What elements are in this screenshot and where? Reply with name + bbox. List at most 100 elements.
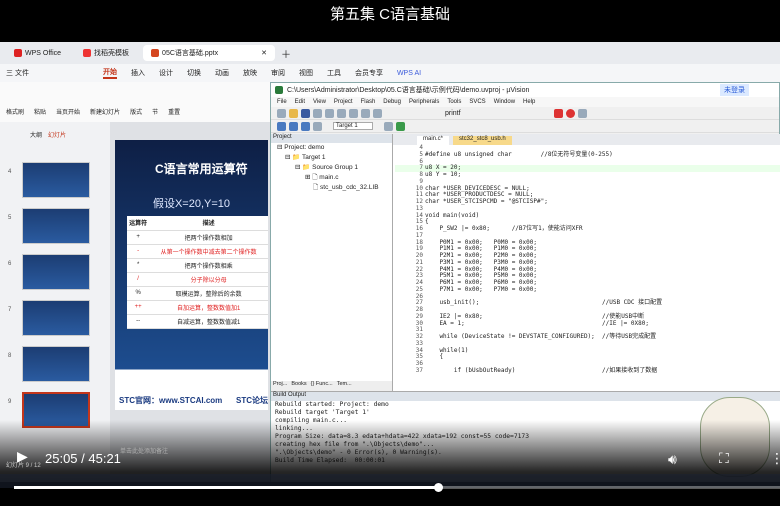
cell: 分子除以分母 [149,272,268,287]
table-row: ++ 自加运算，整数数值加1 [127,300,268,315]
layout-button[interactable]: 版式 [130,107,142,116]
project-panel-header: Project [271,134,392,143]
menu-view[interactable]: View [313,99,326,105]
menu-flash[interactable]: Flash [361,99,376,105]
indent-icon[interactable] [373,108,382,118]
tab-label: 05C语言基础.pptx [162,50,219,57]
login-button[interactable]: 未登录 [720,84,749,96]
paste-button[interactable]: 粘贴 [34,107,46,116]
new-tab-button[interactable]: ＋ [281,46,291,61]
download-icon[interactable] [313,121,322,131]
menu-debug[interactable]: Debug [383,99,401,105]
menu-view[interactable]: 视图 [299,68,313,78]
format-painter-button[interactable]: 格式刷 [6,107,24,116]
menu-file[interactable]: File [277,99,287,105]
menu-window[interactable]: Window [494,99,515,105]
progress-handle[interactable] [433,483,443,492]
build-icon[interactable] [289,121,298,131]
menu-transition[interactable]: 切换 [187,68,201,78]
slide-number: 9 [8,399,12,405]
tab-functions[interactable]: {} Func... [311,381,333,391]
rebuild-icon[interactable] [301,121,310,131]
tab-project[interactable]: Proj... [273,381,287,391]
menu-slideshow[interactable]: 放映 [243,68,257,78]
tree-item-lib[interactable]: 🗋 stc_usb_cdc_32.LIB [271,183,392,193]
menu-home[interactable]: 开始 [102,67,117,79]
target-select[interactable]: Target 1 [333,122,373,130]
new-file-icon[interactable] [277,108,286,118]
menu-member[interactable]: 会员专享 [355,68,383,78]
debug-icon[interactable] [553,108,563,118]
menu-file[interactable]: 三 文件 [6,68,29,78]
line-text: P_SW2 |= 0x80; //B7位写1，使能访问XFR [425,225,583,232]
find-input[interactable]: printf [445,110,461,117]
slide-thumbnail[interactable] [22,208,90,244]
open-icon[interactable] [289,108,298,118]
menu-edit[interactable]: Edit [295,99,305,105]
slide-thumbnail[interactable] [22,254,90,290]
menu-svcs[interactable]: SVCS [469,99,485,105]
code-line: 8 u8 Y = 10; [395,171,780,179]
menu-animation[interactable]: 动画 [215,68,229,78]
slide-thumbnail[interactable] [22,162,90,198]
tab-books[interactable]: Books [291,381,306,391]
menu-review[interactable]: 审阅 [271,68,285,78]
breakpoint-icon[interactable] [565,108,575,118]
progress-bar[interactable] [14,483,780,492]
volume-button[interactable]: 🔊︎ [668,451,677,468]
tab-outline[interactable]: 大纲 [30,130,42,139]
pptx-icon [151,49,160,57]
options-icon[interactable] [383,121,393,131]
notes-placeholder[interactable]: 单击此处添加备注 [120,446,168,455]
wps-logo-icon [14,49,22,57]
new-slide-button[interactable]: 新建幻灯片 [90,107,120,116]
tree-item-group[interactable]: ⊟ 📁 Source Group 1 [271,163,392,173]
tab-slides[interactable]: 幻灯片 [48,130,66,139]
translate-icon[interactable] [277,121,286,131]
tree-item-main-c[interactable]: ⊞ 🗋 main.c [271,173,392,183]
video-title: 第五集 C语言基础 [329,6,450,23]
tab-wps-office[interactable]: WPS Office [6,45,69,61]
tree-label: main.c [319,174,339,181]
menu-peripherals[interactable]: Peripherals [409,99,439,105]
menu-insert[interactable]: 插入 [131,68,145,78]
code-line: 25 P7M1 = 0x00; P7M0 = 0x00; [395,286,780,294]
settings-icon[interactable] [577,108,587,118]
table-row: / 分子除以分母 [127,272,268,287]
line-text: while (DeviceState != DEVSTATE_CONFIGURE… [425,333,657,340]
tab-pptx[interactable]: 05C语言基础.pptx ✕ [143,45,275,61]
menu-project[interactable]: Project [334,99,353,105]
cell: + [127,230,150,245]
play-from-current-button[interactable]: 当页开始 [56,107,80,116]
close-icon[interactable]: ✕ [261,49,267,57]
reset-button[interactable]: 重置 [168,107,180,116]
menu-wps-ai[interactable]: WPS AI [397,70,421,77]
menu-tools[interactable]: 工具 [327,68,341,78]
manage-icon[interactable] [395,121,405,131]
editor-tab-header[interactable]: stc32_stc8_usb.h [453,136,512,145]
more-options-button[interactable]: ⋮ [770,450,780,467]
code-editor[interactable]: main.c* stc32_stc8_usb.h 4 5 #define u8 uns… [393,134,780,391]
tab-templates[interactable]: 找稻壳模板 [75,45,137,61]
screen-recording: WPS Office 找稻壳模板 05C语言基础.pptx ✕ ＋ 三 文件 开始… [0,42,780,482]
cut-icon[interactable] [313,108,322,118]
line-number: 37 [415,366,423,374]
redo-icon[interactable] [349,108,358,118]
section-button[interactable]: 节 [152,107,158,116]
table-row: -- 自减运算，整数数值减1 [127,314,268,329]
save-icon[interactable] [301,108,310,118]
undo-icon[interactable] [337,108,346,118]
tree-item-project[interactable]: ⊟ Project: demo [271,143,392,153]
menu-tools[interactable]: Tools [447,99,461,105]
tree-label: Project: demo [284,144,325,151]
menu-help[interactable]: Help [523,99,535,105]
slide-thumbnail[interactable] [22,300,90,336]
tree-item-target[interactable]: ⊟ 📁 Target 1 [271,153,392,163]
menu-design[interactable]: 设计 [159,68,173,78]
slide-thumbnail[interactable] [22,346,90,382]
tab-templates[interactable]: Tem... [337,381,352,391]
copy-icon[interactable] [325,108,334,118]
code-line: 34 while(1) [395,347,780,355]
bookmark-icon[interactable] [361,108,370,118]
fullscreen-button[interactable]: ⛶ [719,450,729,467]
